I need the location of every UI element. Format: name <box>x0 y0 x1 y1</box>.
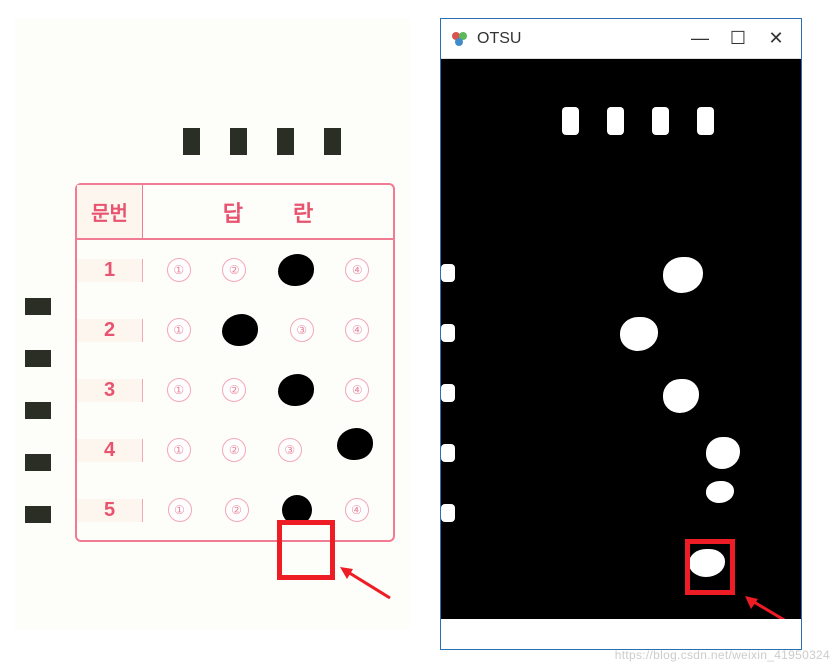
header-text: 답 <box>223 196 243 228</box>
figure-container: 문번 답 란 1 ① ② ④ 2 ① <box>0 0 840 668</box>
reg-mark <box>230 128 247 155</box>
reg-mark <box>183 128 200 155</box>
binary-blob <box>706 481 734 503</box>
bubble-group: ① ② ④ <box>143 374 393 406</box>
binary-blob <box>663 379 699 413</box>
answer-row: 1 ① ② ④ <box>77 240 393 300</box>
binary-reg-mark <box>562 107 579 135</box>
titlebar[interactable]: OTSU — ☐ ✕ <box>441 19 801 59</box>
reg-mark <box>25 454 51 471</box>
watermark: https://blog.csdn.net/weixin_41950324 <box>615 648 830 662</box>
bubble: ② <box>222 258 246 282</box>
bubble: ① <box>168 498 192 522</box>
otsu-window: OTSU — ☐ ✕ <box>440 18 802 650</box>
bubble: ④ <box>345 498 369 522</box>
binary-reg-mark <box>697 107 714 135</box>
reg-mark <box>25 506 51 523</box>
filled-bubble <box>337 428 373 460</box>
row-number: 1 <box>77 259 143 282</box>
bubble-group: ① ③ ④ <box>143 314 393 346</box>
window-controls: — ☐ ✕ <box>691 28 791 49</box>
row-number: 5 <box>77 499 143 522</box>
row-number: 3 <box>77 379 143 402</box>
filled-bubble <box>278 374 314 406</box>
binary-image-canvas <box>441 59 801 619</box>
bubble: ④ <box>345 318 369 342</box>
filled-bubble <box>278 254 314 286</box>
highlight-box <box>685 539 735 595</box>
bubble: ② <box>222 378 246 402</box>
row-number: 4 <box>77 439 143 462</box>
window-title: OTSU <box>477 30 691 48</box>
bubble-group: ① ② ④ <box>143 254 393 286</box>
header-text: 란 <box>293 196 313 228</box>
binary-reg-mark <box>652 107 669 135</box>
grid-header: 문번 답 란 <box>77 185 393 240</box>
binary-reg-mark <box>441 444 455 462</box>
bubble: ③ <box>290 318 314 342</box>
binary-blob <box>663 257 703 293</box>
reg-mark <box>25 402 51 419</box>
binary-reg-mark <box>441 504 455 522</box>
bubble: ④ <box>345 378 369 402</box>
bubble: ② <box>225 498 249 522</box>
answer-row: 3 ① ② ④ <box>77 360 393 420</box>
bubble-group: ① ② ④ <box>143 495 393 525</box>
bubble: ① <box>167 318 191 342</box>
bubble-group: ① ② ③ <box>143 434 393 466</box>
answer-row: 4 ① ② ③ <box>77 420 393 480</box>
bubble: ④ <box>345 258 369 282</box>
answer-row: 5 ① ② ④ <box>77 480 393 540</box>
binary-reg-mark <box>441 264 455 282</box>
bubble: ③ <box>278 438 302 462</box>
binary-blob <box>620 317 658 351</box>
binary-reg-mark <box>441 384 455 402</box>
registration-marks-side <box>25 298 51 523</box>
app-icon <box>451 30 469 48</box>
binary-blob <box>706 437 740 469</box>
bubble: ① <box>167 438 191 462</box>
answer-grid: 문번 답 란 1 ① ② ④ 2 ① <box>75 183 395 542</box>
registration-marks-top <box>183 128 341 155</box>
bubble: ① <box>167 378 191 402</box>
reg-mark <box>25 350 51 367</box>
reg-mark <box>25 298 51 315</box>
answer-row: 2 ① ③ ④ <box>77 300 393 360</box>
answer-sheet-image: 문번 답 란 1 ① ② ④ 2 ① <box>15 18 410 630</box>
row-number: 2 <box>77 319 143 342</box>
bubble: ② <box>222 438 246 462</box>
annotation-arrow-icon <box>335 563 395 603</box>
header-number: 문번 <box>77 185 143 238</box>
filled-bubble <box>222 314 258 346</box>
binary-reg-mark <box>441 324 455 342</box>
close-button[interactable]: ✕ <box>767 28 785 49</box>
reg-mark <box>277 128 294 155</box>
binary-reg-mark <box>607 107 624 135</box>
minimize-button[interactable]: — <box>691 28 709 49</box>
bubble: ① <box>167 258 191 282</box>
highlight-box <box>277 520 335 580</box>
annotation-arrow-icon <box>741 594 796 619</box>
reg-mark <box>324 128 341 155</box>
header-answer: 답 란 <box>143 185 393 238</box>
maximize-button[interactable]: ☐ <box>729 28 747 49</box>
